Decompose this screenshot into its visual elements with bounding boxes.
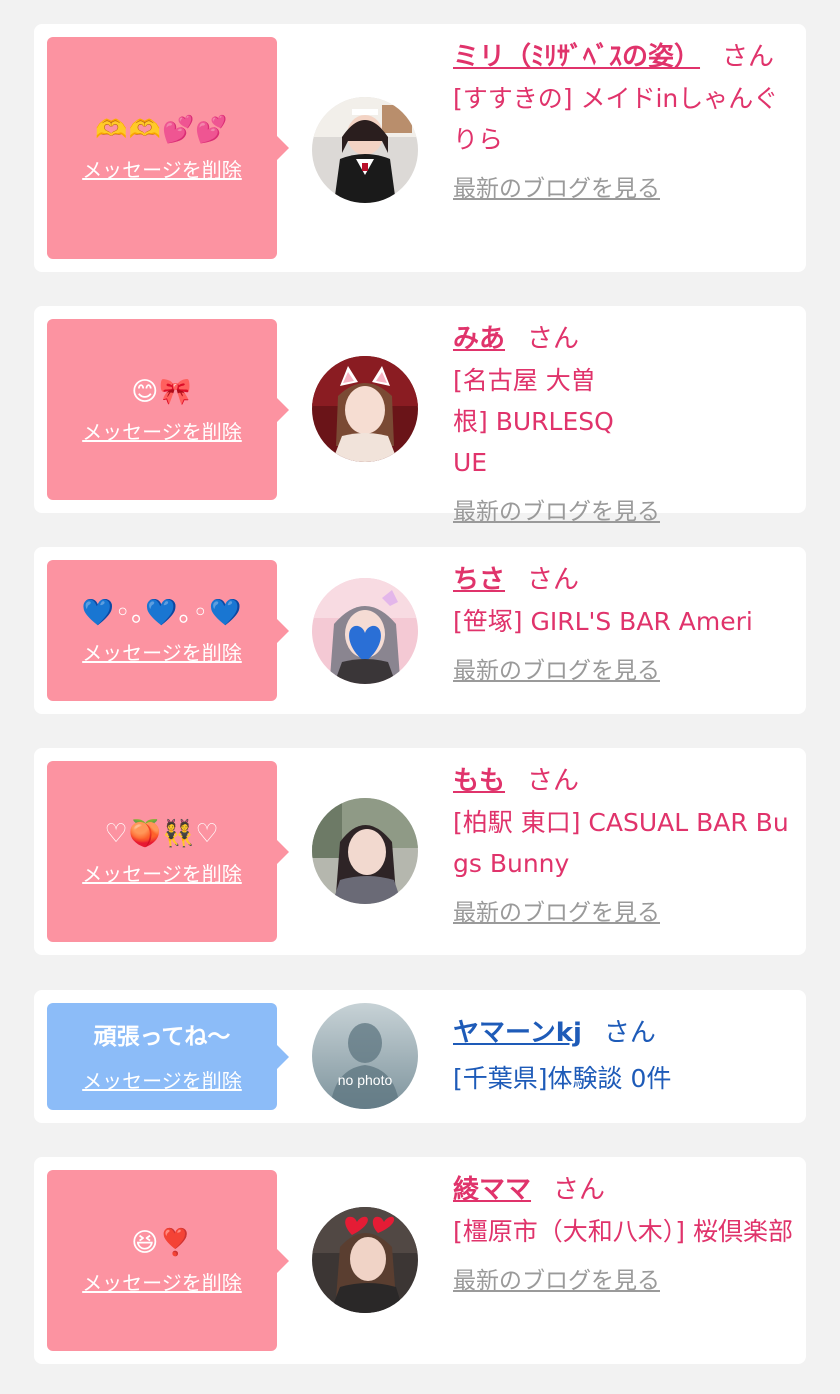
avatar[interactable]: no photo bbox=[312, 1003, 418, 1109]
list-item: 🫶🫶💕💕 メッセージを削除 ミリ（ﾐﾘｻﾞﾍﾞｽの姿） さん [すすきの] メイド… bbox=[34, 24, 806, 272]
shop-info: [名古屋 大曽根] BURLESQUE bbox=[453, 366, 614, 477]
delete-message-link[interactable]: メッセージを削除 bbox=[82, 1270, 242, 1296]
shop-info: [笹塚] GIRL'S BAR Ameri bbox=[453, 607, 753, 636]
profile-name-link[interactable]: ちさ bbox=[453, 565, 505, 595]
list-item: 💙◦｡💙｡◦💙 メッセージを削除 ちさ さん [笹塚] GIRL'S BAR Am… bbox=[34, 547, 806, 714]
delete-message-link[interactable]: メッセージを削除 bbox=[82, 861, 242, 887]
latest-blog-link[interactable]: 最新のブログを見る bbox=[453, 656, 660, 686]
profile-name-link[interactable]: 綾ママ bbox=[453, 1175, 531, 1205]
profile-info: ヤマーンkj さん [千葉県]体験談 0件 bbox=[453, 1012, 793, 1099]
message-bubble: 🫶🫶💕💕 メッセージを削除 bbox=[47, 37, 289, 259]
delete-message-link[interactable]: メッセージを削除 bbox=[82, 419, 242, 445]
avatar[interactable] bbox=[312, 356, 418, 462]
profile-info: 綾ママ さん [橿原市（大和八木）] 桜倶楽部 最新のブログを見る bbox=[453, 1169, 793, 1296]
message-bubble: 💙◦｡💙｡◦💙 メッセージを削除 bbox=[47, 560, 289, 701]
message-list: 🫶🫶💕💕 メッセージを削除 ミリ（ﾐﾘｻﾞﾍﾞｽの姿） さん [すすきの] メイド… bbox=[0, 0, 840, 1394]
latest-blog-link[interactable]: 最新のブログを見る bbox=[453, 898, 660, 928]
message-text: 💙◦｡💙｡◦💙 bbox=[81, 597, 243, 628]
profile-name-link[interactable]: ミリ（ﾐﾘｻﾞﾍﾞｽの姿） bbox=[453, 42, 700, 72]
honorific: さん bbox=[603, 1018, 656, 1048]
message-bubble: 😆❣️ メッセージを削除 bbox=[47, 1170, 289, 1351]
shop-info: [千葉県]体験談 0件 bbox=[453, 1064, 672, 1093]
message-bubble: 😊🎀 メッセージを削除 bbox=[47, 319, 289, 500]
profile-info: もも さん [柏駅 東口] CASUAL BAR Bugs Bunny 最新のブロ… bbox=[453, 760, 798, 928]
message-text: 🫶🫶💕💕 bbox=[95, 115, 229, 145]
no-photo-label: no photo bbox=[338, 1072, 393, 1088]
list-item: ♡🍑👯♡ メッセージを削除 もも さん [柏駅 東口] CASUAL BAR Bu… bbox=[34, 748, 806, 955]
message-text: ♡🍑👯♡ bbox=[104, 818, 220, 849]
profile-name-link[interactable]: もも bbox=[453, 766, 505, 796]
message-bubble: 頑張ってね〜 メッセージを削除 bbox=[47, 1003, 289, 1110]
profile-name-link[interactable]: ヤマーンkj bbox=[453, 1018, 582, 1048]
message-text: 頑張ってね〜 bbox=[93, 1023, 231, 1050]
honorific: さん bbox=[527, 766, 580, 796]
list-item: 頑張ってね〜 メッセージを削除 no photo ヤマーンkj さん [千葉県]… bbox=[34, 990, 806, 1123]
avatar[interactable] bbox=[312, 798, 418, 904]
shop-info: [橿原市（大和八木）] 桜倶楽部 bbox=[453, 1217, 793, 1246]
delete-message-link[interactable]: メッセージを削除 bbox=[82, 157, 242, 183]
avatar[interactable] bbox=[312, 578, 418, 684]
delete-message-link[interactable]: メッセージを削除 bbox=[82, 640, 242, 666]
honorific: さん bbox=[527, 565, 580, 595]
profile-info: ミリ（ﾐﾘｻﾞﾍﾞｽの姿） さん [すすきの] メイドinしゃんぐりら 最新のブロ… bbox=[453, 36, 793, 204]
latest-blog-link[interactable]: 最新のブログを見る bbox=[453, 497, 660, 527]
message-text: 😊🎀 bbox=[131, 376, 193, 407]
message-bubble: ♡🍑👯♡ メッセージを削除 bbox=[47, 761, 289, 942]
profile-info: ちさ さん [笹塚] GIRL'S BAR Ameri 最新のブログを見る bbox=[453, 559, 803, 686]
honorific: さん bbox=[722, 42, 775, 72]
list-item: 😆❣️ メッセージを削除 綾ママ さん [橿原市（大和八木）] 桜倶楽部 最新のブ… bbox=[34, 1157, 806, 1364]
delete-message-link[interactable]: メッセージを削除 bbox=[82, 1068, 242, 1094]
honorific: さん bbox=[553, 1175, 606, 1205]
honorific: さん bbox=[527, 324, 580, 354]
latest-blog-link[interactable]: 最新のブログを見る bbox=[453, 174, 660, 204]
avatar[interactable] bbox=[312, 1207, 418, 1313]
shop-info: [柏駅 東口] CASUAL BAR Bugs Bunny bbox=[453, 808, 789, 878]
profile-name-link[interactable]: みあ bbox=[453, 324, 505, 354]
latest-blog-link[interactable]: 最新のブログを見る bbox=[453, 1266, 660, 1296]
list-item: 😊🎀 メッセージを削除 みあ さん [名古屋 大曽根] BURLESQUE 最新… bbox=[34, 306, 806, 525]
message-text: 😆❣️ bbox=[131, 1227, 193, 1258]
shop-info: [すすきの] メイドinしゃんぐりら bbox=[453, 84, 779, 154]
profile-info: みあ さん [名古屋 大曽根] BURLESQUE 最新のブログを見る bbox=[453, 318, 793, 527]
avatar[interactable] bbox=[312, 97, 418, 203]
